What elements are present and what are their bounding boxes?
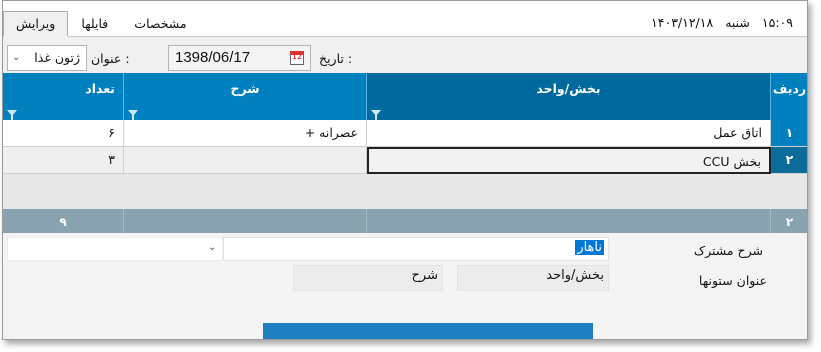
title-value: ژتون غذا [34,50,80,65]
cell-row-index[interactable]: ۲ [771,147,807,174]
title-label: عنوان : [91,51,130,66]
filter-icon[interactable] [7,110,17,120]
footer-row-count: ۲ [771,209,807,236]
tab-strip: ویرایش فایلها مشخصات [3,11,200,37]
col-header-desc-label: شرح [230,81,260,96]
chevron-down-icon[interactable]: ⌄ [208,242,216,253]
footer-count-total: ۹ [3,209,124,236]
filter-icon[interactable] [371,110,381,120]
col-title-unit-input[interactable]: بخش/واحد [457,265,609,291]
cell-unit[interactable]: اتاق عمل [367,120,771,147]
cell-count[interactable]: ۶ [3,120,124,147]
clock-time: ۱۵:۰۹ [761,15,793,30]
common-desc-value: ناهار [575,240,604,255]
table-row[interactable]: ۶ عصرانه + اتاق عمل ۱ [3,120,807,147]
cell-count[interactable]: ۳ [3,147,124,174]
footer-unit [367,209,771,236]
cell-desc[interactable] [124,147,367,174]
col-header-unit[interactable]: بخش/واحد [367,73,771,120]
col-header-row[interactable]: ردیف [771,73,807,120]
clock-date: ۱۴۰۳/۱۲/۱۸ [651,15,714,30]
bottom-toolbar[interactable] [263,323,593,339]
clock-day: شنبه [725,15,750,30]
col-title-desc-input[interactable]: شرح [293,265,443,291]
grid-footer: ۹ ۲ [3,209,807,236]
top-bar: ویرایش فایلها مشخصات ۱۵:۰۹ شنبه ۱۴۰۳/۱۲/… [3,1,807,37]
table-row[interactable]: ۳ بخش CCU ۲ [3,147,807,174]
title-combo[interactable]: ژتون غذا ⌄ [7,45,87,71]
date-field[interactable]: 1398/06/17 12 [168,45,311,71]
tab-files[interactable]: فایلها [68,11,121,37]
col-header-count[interactable]: تعداد [3,73,124,120]
column-titles-label: عنوان ستونها [698,273,767,288]
chevron-down-icon[interactable]: ⌄ [12,52,20,63]
common-desc-label: شرح مشترک [693,243,763,258]
cell-row-index[interactable]: ۱ [771,120,807,147]
tab-properties[interactable]: مشخصات [121,11,199,37]
cell-unit-editing[interactable]: بخش CCU [367,147,771,174]
clock-area: ۱۵:۰۹ شنبه ۱۴۰۳/۱۲/۱۸ [651,15,793,30]
app-window: ویرایش فایلها مشخصات ۱۵:۰۹ شنبه ۱۴۰۳/۱۲/… [2,0,808,340]
cell-desc[interactable]: عصرانه + [124,120,367,147]
tab-edit[interactable]: ویرایش [3,11,69,37]
date-label: تاریخ : [319,51,353,66]
col-title-unit-value: بخش/واحد [546,268,604,283]
col-header-unit-label: بخش/واحد [536,81,601,96]
calendar-icon[interactable]: 12 [290,51,304,65]
grid-empty-area [3,174,807,209]
col-header-row-label: ردیف [772,81,807,96]
col-header-count-label: تعداد [85,81,115,96]
col-title-desc-value: شرح [411,268,438,283]
footer-desc [124,209,367,236]
col-header-desc[interactable]: شرح [124,73,367,120]
common-desc-dropdown[interactable]: ⌄ [7,237,223,261]
common-desc-input[interactable]: ناهار [223,237,609,261]
filter-icon[interactable] [128,110,138,120]
date-value: 1398/06/17 [175,49,251,66]
